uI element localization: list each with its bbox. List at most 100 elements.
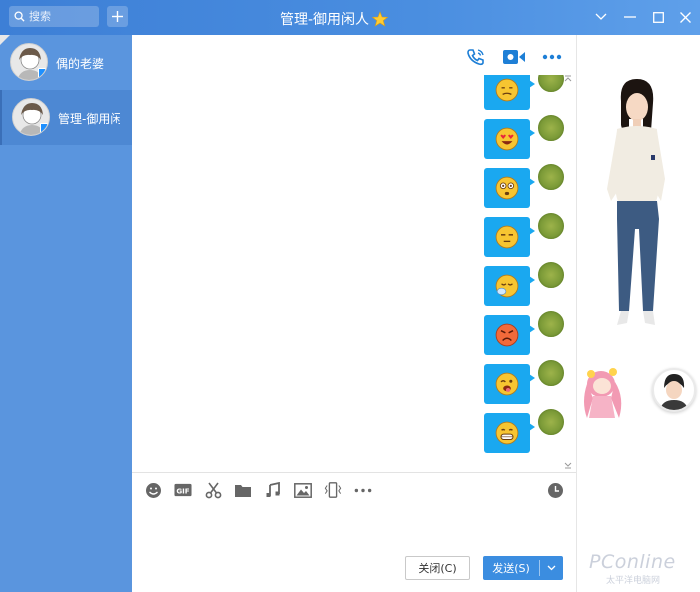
boy-avatar-icon <box>660 374 688 410</box>
clock-icon <box>547 482 563 498</box>
message-row <box>484 360 564 404</box>
divider <box>132 472 576 473</box>
message-row <box>484 164 564 208</box>
sender-avatar[interactable] <box>538 262 564 288</box>
send-button[interactable]: 发送(S) <box>483 556 563 580</box>
add-button[interactable] <box>107 6 128 27</box>
mobile-status-badge <box>38 68 46 78</box>
contact-name: 偶的老婆 <box>56 57 105 71</box>
input-toolbar: GIF <box>144 481 372 499</box>
file-button[interactable] <box>234 481 252 499</box>
send-button-label: 发送(S) <box>492 562 530 575</box>
sender-avatar[interactable] <box>538 311 564 337</box>
image-button[interactable] <box>294 481 312 499</box>
message-bubble[interactable] <box>484 364 535 404</box>
chat-header-actions <box>466 47 562 67</box>
close-icon <box>679 11 691 23</box>
message-row <box>484 311 564 355</box>
svg-text:GIF: GIF <box>176 486 189 495</box>
watermark-subtitle: 太平洋电脑网 <box>606 576 661 586</box>
message-bubble[interactable] <box>484 413 535 453</box>
close-window-button[interactable] <box>677 9 693 25</box>
sender-avatar[interactable] <box>538 213 564 239</box>
gif-button[interactable]: GIF <box>174 481 192 499</box>
scroll-up-icon[interactable] <box>564 75 572 83</box>
shake-button[interactable] <box>324 481 342 499</box>
mobile-status-badge <box>40 123 48 133</box>
watermark-brand: PConline <box>589 551 676 573</box>
contact-item[interactable]: 偶的老婆 <box>0 35 132 90</box>
user-avatar-bubble[interactable] <box>652 368 696 412</box>
tongue-wink-emoji-icon <box>495 372 519 396</box>
chevron-down-icon <box>595 13 607 20</box>
shake-icon <box>324 482 342 498</box>
search-icon <box>14 11 25 22</box>
close-button[interactable]: 关闭(C) <box>405 556 470 580</box>
sender-avatar[interactable] <box>538 115 564 141</box>
voice-call-icon[interactable] <box>466 47 486 67</box>
message-bubble[interactable] <box>484 168 535 208</box>
message-row <box>484 409 564 453</box>
contact-name: 管理-御用闲人 <box>58 112 120 126</box>
send-options-button[interactable] <box>540 565 563 571</box>
window-title: 管理-御用闲人 <box>280 9 389 29</box>
maximize-icon <box>652 11 664 23</box>
emoji-icon <box>145 482 161 498</box>
window-title-text: 管理-御用闲人 <box>280 12 370 28</box>
contact-item-active[interactable]: 管理-御用闲人 <box>0 90 132 145</box>
sender-avatar[interactable] <box>538 164 564 190</box>
gif-icon: GIF <box>174 483 192 497</box>
minimize-icon <box>624 16 636 18</box>
unamused-emoji-icon <box>495 225 519 249</box>
scroll-down-icon[interactable] <box>564 461 572 469</box>
message-row <box>484 75 564 110</box>
message-bubble[interactable] <box>484 75 535 110</box>
dizzy-emoji-icon <box>495 176 519 200</box>
search-input[interactable] <box>29 10 89 23</box>
folder-icon <box>235 484 251 497</box>
pink-mascot-figure <box>584 368 622 418</box>
title-bar: 管理-御用闲人 <box>0 0 700 35</box>
heart-eyes-emoji-icon <box>495 127 519 151</box>
message-bubble[interactable] <box>484 217 535 257</box>
message-bubble[interactable] <box>484 315 535 355</box>
sleepy-emoji-icon <box>495 274 519 298</box>
sender-avatar[interactable] <box>538 75 564 92</box>
message-bubble[interactable] <box>484 119 535 159</box>
star-icon <box>372 11 389 27</box>
angry-emoji-icon <box>495 323 519 347</box>
grin-emoji-icon <box>495 421 519 445</box>
avatar <box>10 43 48 81</box>
more-tools-button[interactable] <box>354 481 372 499</box>
music-icon <box>266 482 280 497</box>
search-box[interactable] <box>9 6 99 27</box>
message-row <box>484 262 564 306</box>
history-button[interactable] <box>546 481 564 499</box>
awkward-emoji-icon <box>495 78 519 102</box>
plus-icon <box>112 11 123 22</box>
video-call-icon[interactable] <box>502 48 526 66</box>
music-button[interactable] <box>264 481 282 499</box>
avatar-show-panel <box>576 35 700 592</box>
message-row <box>484 213 564 257</box>
image-icon <box>294 482 312 498</box>
screenshot-button[interactable] <box>204 481 222 499</box>
message-input[interactable] <box>144 507 564 547</box>
chevron-down-icon <box>547 565 556 571</box>
message-bubble[interactable] <box>484 266 535 306</box>
emoji-button[interactable] <box>144 481 162 499</box>
message-list[interactable] <box>132 75 576 505</box>
dropdown-button[interactable] <box>593 9 609 25</box>
more-icon <box>354 488 372 492</box>
more-options-icon[interactable] <box>542 54 562 60</box>
chat-panel: GIF 关闭(C) 发送(S) <box>132 35 576 592</box>
sender-avatar[interactable] <box>538 409 564 435</box>
avatar <box>12 98 50 136</box>
girl-avatar-figure <box>607 79 665 325</box>
scissors-icon <box>205 482 221 498</box>
contact-sidebar: 偶的老婆 管理-御用闲人 <box>0 35 132 592</box>
maximize-button[interactable] <box>650 9 666 25</box>
sender-avatar[interactable] <box>538 360 564 386</box>
minimize-button[interactable] <box>622 9 638 25</box>
message-row <box>484 115 564 159</box>
